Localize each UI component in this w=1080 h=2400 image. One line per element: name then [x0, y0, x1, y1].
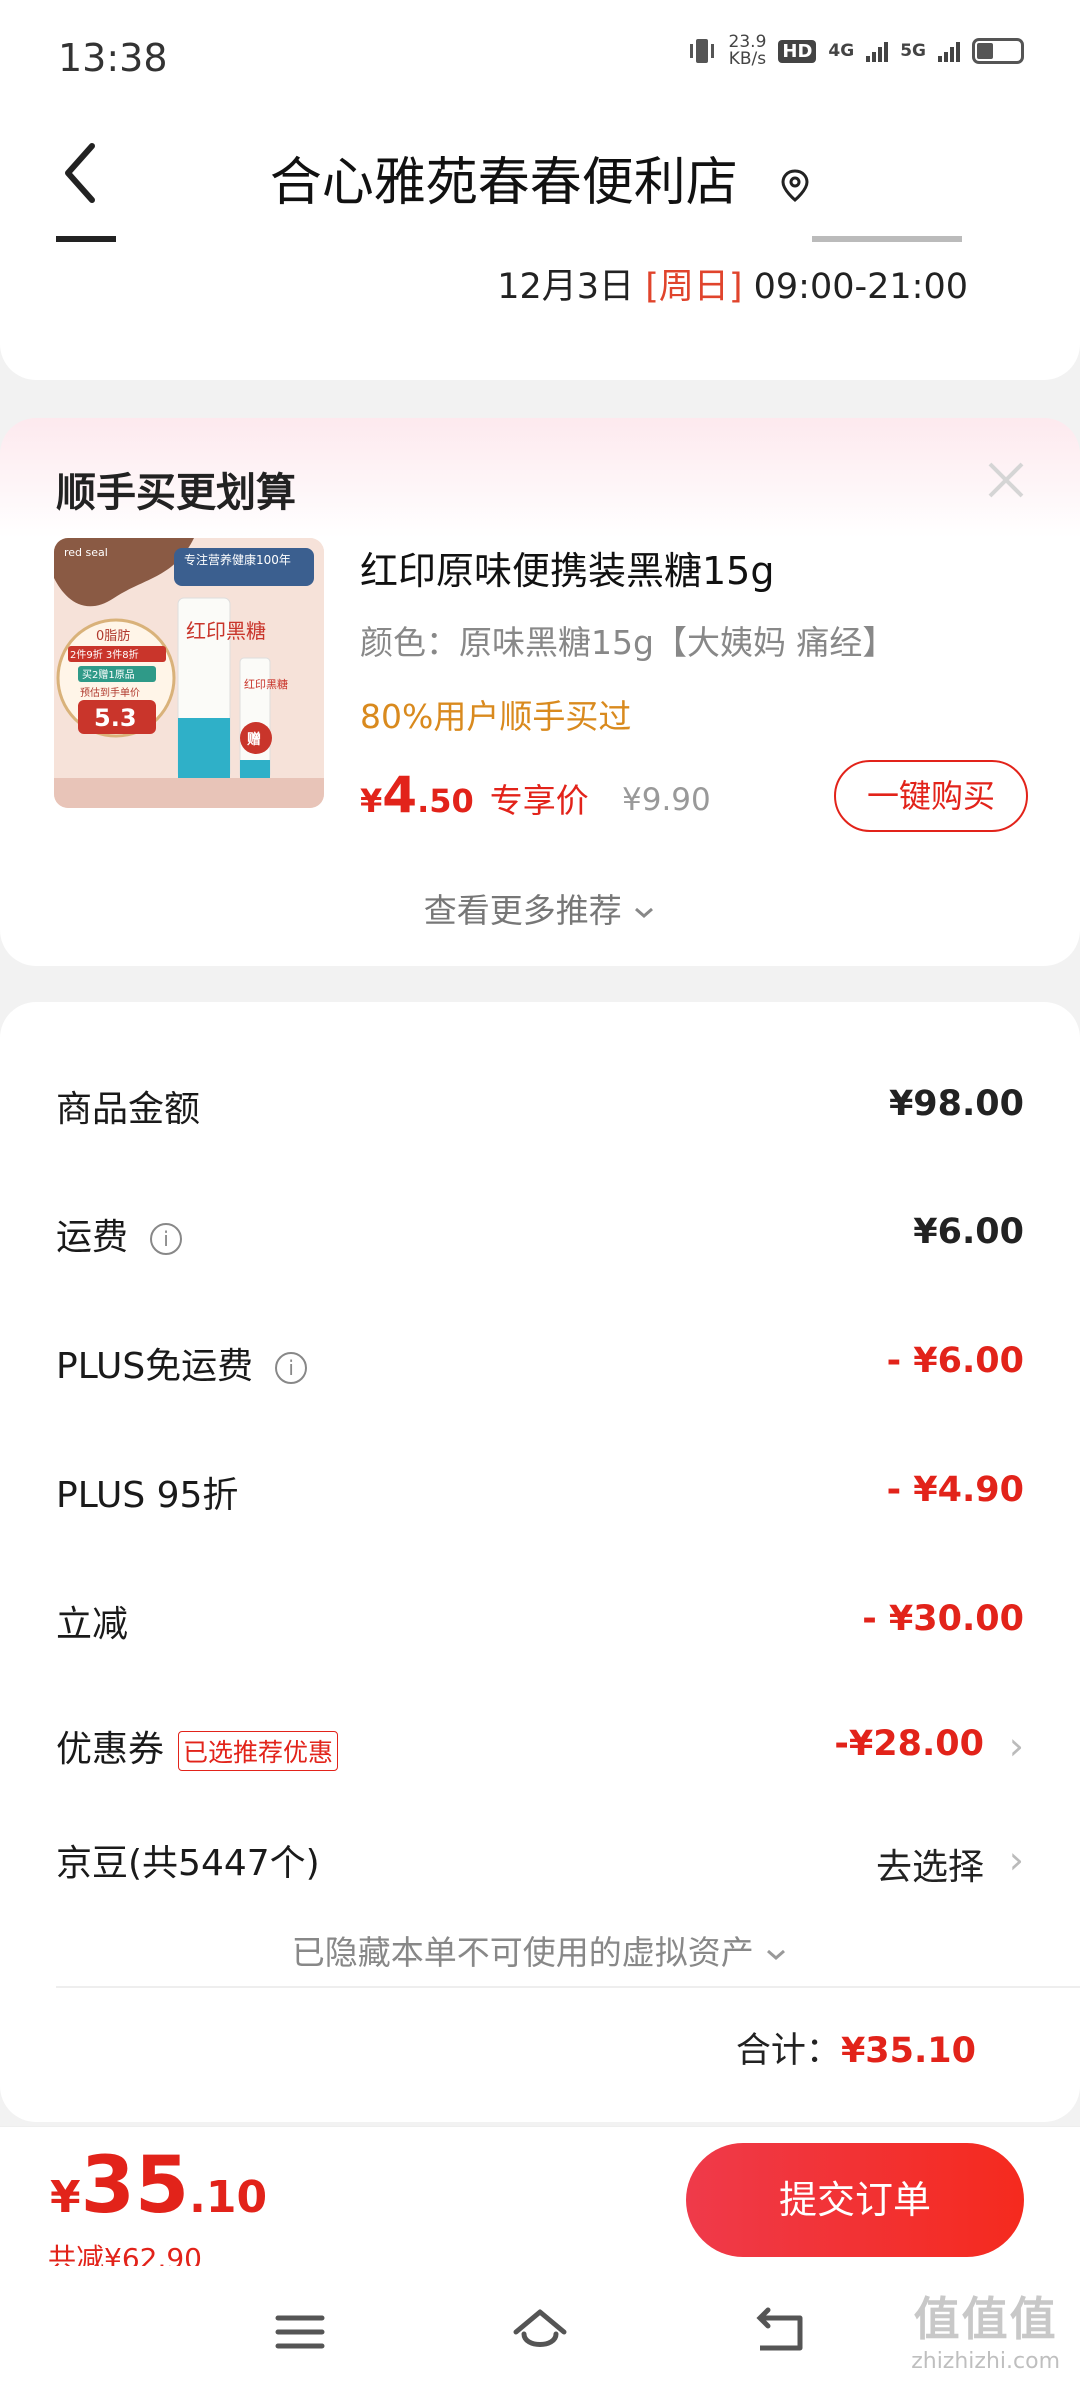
- product-price: ¥4.50 专享价: [360, 766, 589, 824]
- system-nav-bar: 值值值 zhizhizhi.com: [0, 2266, 1080, 2400]
- chevron-down-icon: [767, 1949, 786, 1960]
- close-icon: [988, 462, 1024, 498]
- hidden-assets-toggle[interactable]: 已隐藏本单不可使用的虚拟资产: [0, 1926, 1080, 1974]
- home-icon: [513, 2309, 567, 2347]
- signal-4g-label: 4G: [828, 41, 855, 61]
- summary-row-instant-reduction: 立减 - ¥30.00: [56, 1599, 1024, 1645]
- see-more-button[interactable]: 查看更多推荐: [0, 884, 1080, 932]
- back-icon: [756, 2307, 803, 2351]
- svg-text:red seal: red seal: [64, 546, 108, 559]
- page-title: 合心雅苑春春便利店: [0, 140, 1080, 216]
- checkout-bar: ¥35.10 共减¥62.90 提交订单: [0, 2126, 1080, 2275]
- svg-text:红印黑糖: 红印黑糖: [244, 677, 288, 691]
- order-summary-card: 商品金额 ¥98.00 运费 i ¥6.00 PLUS免运费 i - ¥6.00 P…: [0, 1002, 1080, 2122]
- battery-icon: [972, 38, 1024, 64]
- recommend-card: 顺手买更划算 red seal 专注营养健康100年 0脂肪 2件9折 3件8折…: [0, 418, 1080, 966]
- submit-order-button[interactable]: 提交订单: [686, 2143, 1024, 2257]
- watermark: 值值值 zhizhizhi.com: [911, 2292, 1060, 2374]
- order-total: 合计：¥35.10: [735, 2031, 976, 2071]
- summary-row-coupon[interactable]: 优惠券 已选推荐优惠 -¥28.00 ›: [56, 1720, 1024, 1780]
- svg-text:0脂肪: 0脂肪: [96, 628, 130, 644]
- svg-text:买2赠1原品: 买2赠1原品: [82, 668, 135, 681]
- svg-text:预估到手单价: 预估到手单价: [80, 686, 140, 699]
- delivery-time: 12月3日 [周日] 09:00-21:00: [497, 267, 968, 307]
- info-icon[interactable]: i: [150, 1223, 183, 1255]
- signal-bars-icon: [866, 40, 889, 62]
- chevron-right-icon: ›: [1008, 1724, 1024, 1768]
- scrolled-text-fragment: [56, 228, 116, 242]
- location-pin-icon[interactable]: [780, 156, 810, 216]
- status-bar: 13:38 23.9 KB/s HD 4G 5G: [0, 0, 1080, 118]
- net-speed: 23.9 KB/s: [728, 32, 767, 69]
- close-button[interactable]: [984, 458, 1028, 502]
- summary-row-goods: 商品金额 ¥98.00: [56, 1084, 1024, 1130]
- svg-text:专注营养健康100年: 专注营养健康100年: [184, 552, 291, 567]
- summary-row-jingdou[interactable]: 京豆(共5447个) 去选择 ›: [56, 1834, 1024, 1894]
- vibrate-icon: [689, 39, 714, 63]
- signal-5g-label: 5G: [900, 41, 926, 61]
- back-nav-button[interactable]: [750, 2304, 810, 2360]
- scrolled-text-fragment: [812, 228, 962, 242]
- header: 合心雅苑春春便利店: [0, 118, 1080, 228]
- product-name[interactable]: 红印原味便携装黑糖15g: [360, 540, 774, 595]
- svg-text:赠: 赠: [247, 731, 261, 748]
- signal-bars-icon: [938, 40, 960, 62]
- chevron-down-icon: [635, 907, 654, 918]
- original-price: ¥9.90: [622, 782, 711, 818]
- product-image[interactable]: red seal 专注营养健康100年 0脂肪 2件9折 3件8折 买2赠1原品…: [54, 538, 324, 808]
- menu-button[interactable]: [270, 2304, 330, 2360]
- chevron-right-icon: ›: [1008, 1838, 1024, 1882]
- one-click-buy-button[interactable]: 一键购买: [834, 760, 1028, 832]
- product-spec: 颜色：原味黑糖15g【大姨妈 痛经】: [360, 623, 896, 662]
- svg-text:2件9折 3件8折: 2件9折 3件8折: [70, 648, 139, 661]
- svg-text:红印黑糖: 红印黑糖: [186, 619, 266, 643]
- status-icons: 23.9 KB/s HD 4G 5G: [687, 34, 1024, 68]
- bought-note: 80%用户顺手买过: [360, 697, 632, 736]
- coupon-badge: 已选推荐优惠: [178, 1731, 339, 1771]
- svg-text:5.3: 5.3: [94, 704, 137, 732]
- summary-row-plus-discount: PLUS 95折 - ¥4.90: [56, 1470, 1024, 1516]
- divider: [56, 1986, 1080, 1988]
- menu-icon: [275, 2315, 325, 2349]
- summary-row-plus-free-shipping: PLUS免运费 i - ¥6.00: [56, 1341, 1024, 1387]
- hd-icon: HD: [778, 39, 817, 63]
- summary-row-shipping: 运费 i ¥6.00: [56, 1212, 1024, 1258]
- payable-amount: ¥35.10: [50, 2141, 268, 2231]
- delivery-card[interactable]: 12月3日 [周日] 09:00-21:00: [0, 228, 1080, 380]
- recommend-heading: 顺手买更划算: [56, 470, 296, 516]
- home-button[interactable]: [510, 2304, 570, 2360]
- status-time: 13:38: [58, 36, 168, 80]
- info-icon[interactable]: i: [275, 1352, 308, 1384]
